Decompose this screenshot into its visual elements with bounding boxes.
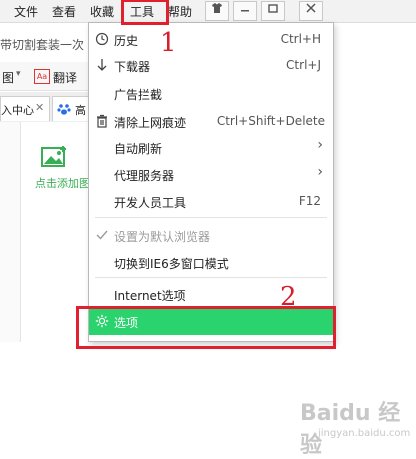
menu-label: 历史 [114,34,139,48]
watermark-url: jingyan.baidu.com [318,428,411,439]
close-button[interactable] [299,1,323,21]
menu-auto-refresh[interactable]: 自动刷新 › [89,135,333,161]
toolbar: 图 ▾ Aa 翻译 [0,62,96,91]
menu-set-default-browser: 设置为默认浏览器 [89,223,333,249]
clock-icon [95,32,109,46]
download-arrow-icon [97,59,107,71]
annotation-box-options [76,306,336,349]
tab-bar: 入中心 ✕ 高 [0,92,98,123]
menu-label: 设置为默认浏览器 [114,230,211,244]
menu-developer-tools[interactable]: 开发人员工具 F12 [89,189,333,215]
menu-label: 下载器 [114,60,151,74]
tab-title: 高 [75,104,86,117]
chevron-down-icon[interactable]: ▾ [16,69,21,79]
restore-button[interactable] [261,1,285,21]
menu-label: Internet选项 [114,289,186,303]
menu-label: 切换到IE6多窗口模式 [114,257,229,271]
menu-shortcut: Ctrl+H [280,32,321,46]
add-image-label[interactable]: 点击添加图 [35,175,90,191]
annotation-box-tools [121,0,169,25]
close-icon[interactable]: ✕ [35,101,44,114]
tab-user-center[interactable]: 入中心 ✕ [0,96,50,121]
toolbar-dropdown-label[interactable]: 图 [2,69,14,86]
paw-icon [57,104,71,115]
tab-title: 入中心 [1,104,34,117]
translate-icon: Aa [34,69,50,84]
menu-divider [95,217,327,218]
menu-ad-block[interactable]: 广告拦截 [89,81,333,107]
menu-label: 清除上网痕迹 [114,116,187,130]
menu-ie6-mode[interactable]: 切换到IE6多窗口模式 [89,250,333,276]
address-text: 带切割套装一次 [0,38,85,52]
skin-button[interactable] [205,1,229,21]
add-image-icon[interactable] [41,144,69,170]
minimize-button[interactable] [233,1,257,21]
menu-label: 代理服务器 [114,169,175,183]
menu-shortcut: Ctrl+J [286,58,321,72]
menu-proxy-server[interactable]: 代理服务器 › [89,162,333,188]
menu-shortcut: F12 [298,194,321,208]
menu-label: 开发人员工具 [114,196,187,210]
left-panel [0,122,21,342]
annotation-step-2: 2 [280,282,297,312]
chevron-right-icon: › [317,164,323,180]
tools-dropdown-menu: 历史 Ctrl+H 下载器 Ctrl+J 广告拦截 清除上网痕迹 Ctrl+Sh… [88,22,334,342]
check-icon [96,230,108,240]
restore-icon [268,4,278,13]
menu-label: 自动刷新 [114,142,163,156]
minimize-icon [241,10,249,12]
menu-downloader[interactable]: 下载器 Ctrl+J [89,53,333,79]
menu-history[interactable]: 历史 Ctrl+H [89,27,333,53]
menu-clear-history[interactable]: 清除上网痕迹 Ctrl+Shift+Delete [89,109,333,135]
menu-label: 广告拦截 [114,88,163,102]
watermark-logo: Baidu 经验 [300,401,401,458]
menu-file[interactable]: 文件 [14,3,38,20]
chevron-right-icon: › [317,137,323,153]
menu-bar: 文件 查看 收藏 工具 帮助 [0,0,416,23]
address-bar[interactable]: 带切割套装一次 [0,24,96,63]
menu-shortcut: Ctrl+Shift+Delete [216,114,325,128]
annotation-step-1: 1 [160,28,177,58]
shirt-icon [212,3,222,13]
menu-help[interactable]: 帮助 [168,3,192,20]
translate-button[interactable]: 翻译 [53,69,77,86]
menu-divider [95,277,327,278]
menu-favorites[interactable]: 收藏 [90,3,114,20]
menu-view[interactable]: 查看 [52,3,76,20]
close-icon [306,3,316,13]
trash-icon [97,114,107,128]
